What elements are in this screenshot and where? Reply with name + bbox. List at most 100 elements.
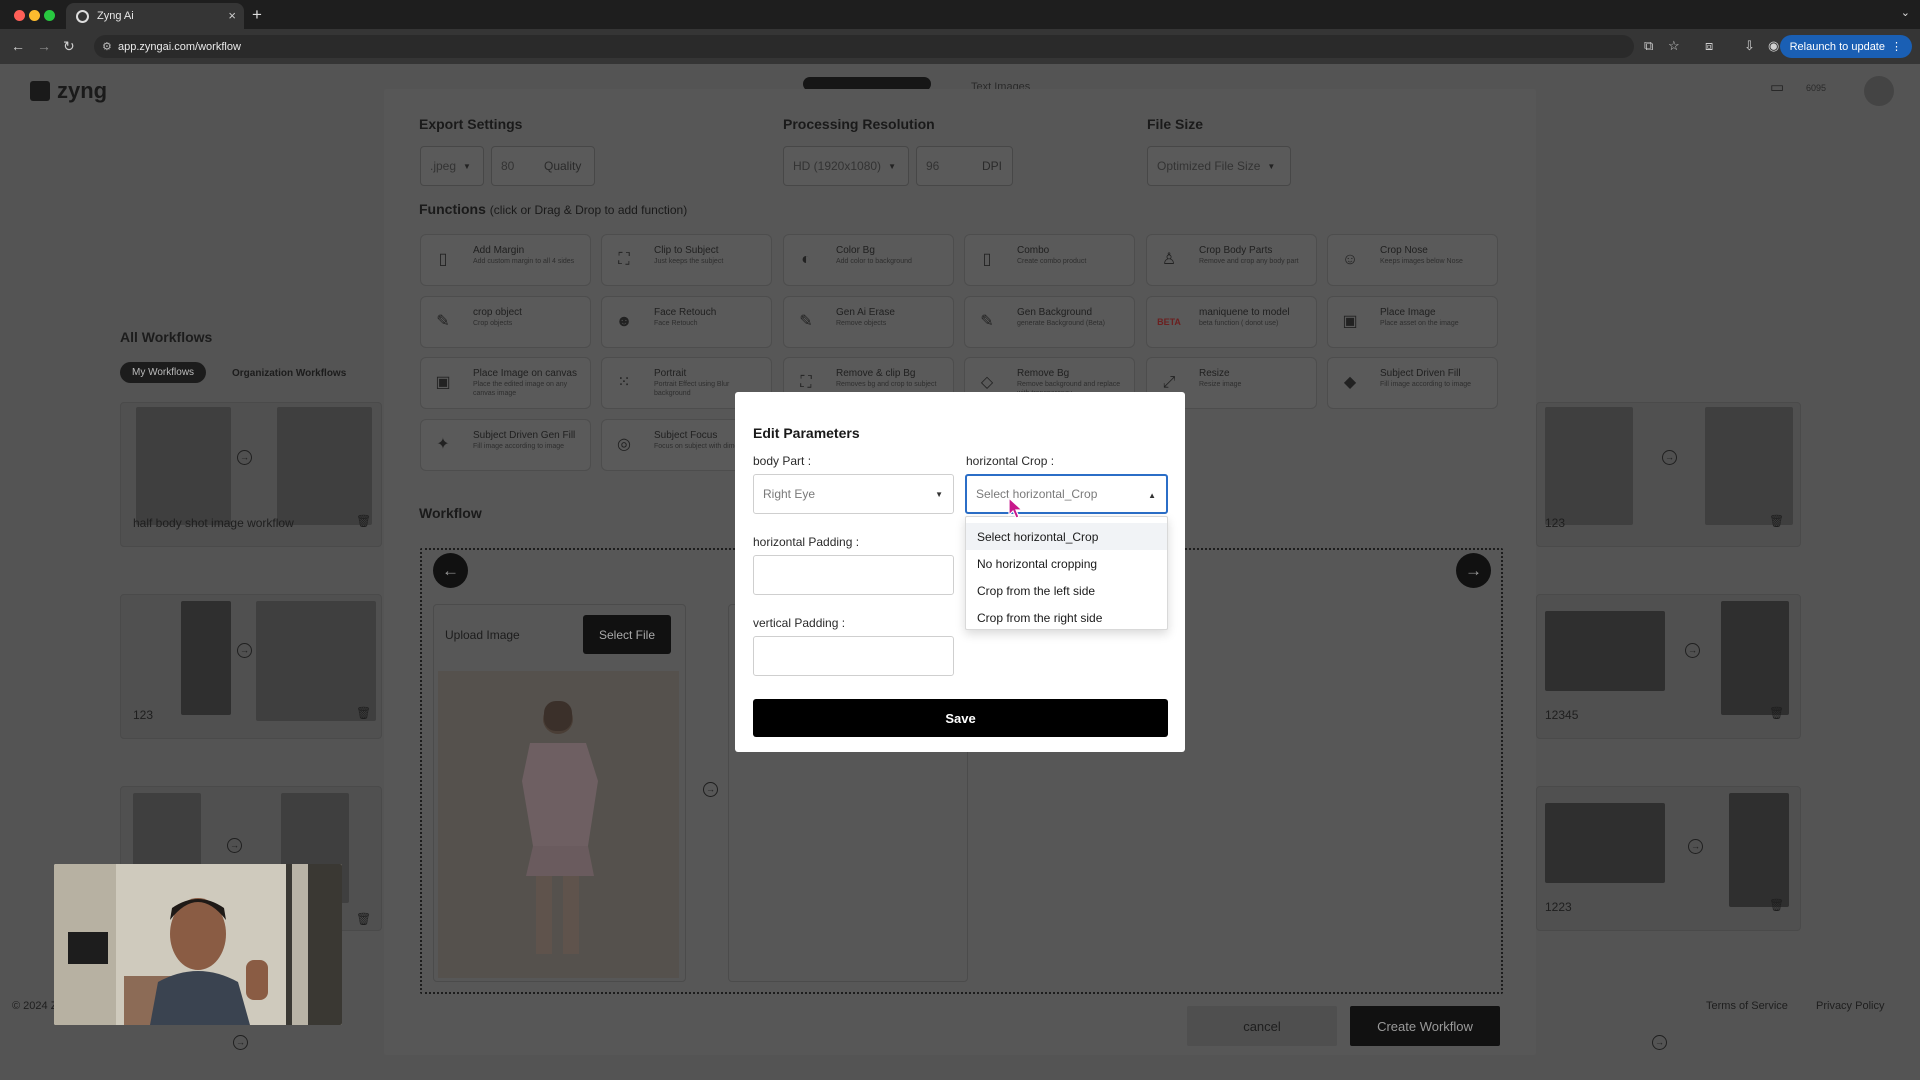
- function-card[interactable]: ◆ Subject Driven Fill Fill image according…: [1327, 357, 1498, 409]
- workflow-name: 1223: [1545, 900, 1572, 914]
- function-card[interactable]: ▣ Place Image on canvas Place the edited i…: [420, 357, 591, 409]
- function-card[interactable]: ✎ Gen Background generate Background (Beta…: [964, 296, 1135, 348]
- create-workflow-label: Create Workflow: [1377, 1018, 1473, 1034]
- horizontal-crop-select[interactable]: Select horizontal_Crop ▲: [965, 474, 1168, 514]
- resolution-select[interactable]: HD (1920x1080) ▼: [783, 146, 909, 186]
- profile-icon[interactable]: ◉: [1768, 38, 1779, 54]
- extensions-icon[interactable]: ⧈: [1705, 38, 1713, 54]
- user-avatar[interactable]: [1864, 76, 1894, 106]
- arrow-right-icon: →: [237, 643, 252, 658]
- workflow-card[interactable]: → 123 🗑: [1536, 402, 1801, 547]
- close-window-button[interactable]: [14, 10, 25, 21]
- arrow-right-icon: →: [1688, 839, 1703, 854]
- trash-icon[interactable]: 🗑: [1769, 514, 1784, 528]
- function-card[interactable]: ☺ Crop Nose Keeps images below Nose: [1327, 234, 1498, 286]
- download-icon[interactable]: ⇩: [1744, 38, 1755, 54]
- relaunch-button[interactable]: Relaunch to update ⋮: [1779, 35, 1912, 58]
- workflow-name: half body shot image workflow: [133, 516, 294, 530]
- file-size-select[interactable]: Optimized File Size ▼: [1147, 146, 1291, 186]
- function-description: Face Retouch: [654, 320, 698, 327]
- function-name: Gen Ai Erase: [836, 307, 895, 318]
- scroll-right-button[interactable]: →: [1456, 553, 1491, 588]
- function-name: Place Image: [1380, 307, 1436, 318]
- cancel-button[interactable]: cancel: [1187, 1006, 1337, 1046]
- select-file-button[interactable]: Select File: [583, 615, 671, 654]
- privacy-link[interactable]: Privacy Policy: [1816, 1000, 1884, 1012]
- function-card[interactable]: ▯ Add Margin Add custom margin to all 4 si…: [420, 234, 591, 286]
- close-tab-icon[interactable]: ×: [228, 8, 236, 23]
- function-card[interactable]: ✎ crop object Crop objects: [420, 296, 591, 348]
- back-icon[interactable]: ←: [11, 38, 25, 54]
- trash-icon[interactable]: 🗑: [1769, 706, 1784, 720]
- dropdown-option[interactable]: Crop from the right side: [966, 604, 1167, 631]
- function-description: Resize image: [1199, 381, 1242, 388]
- function-description: Remove objects: [836, 320, 887, 327]
- credits-count: 6095: [1806, 83, 1827, 93]
- function-card[interactable]: ▯ Combo Create combo product: [964, 234, 1135, 286]
- function-description: Remove and crop any body part: [1199, 258, 1299, 265]
- workflow-after-thumbnail: [1721, 601, 1789, 715]
- workflow-card[interactable]: → half body shot image workflow 🗑: [120, 402, 382, 547]
- save-button[interactable]: Save: [753, 699, 1168, 737]
- function-card[interactable]: ☻ Face Retouch Face Retouch: [601, 296, 772, 348]
- function-description: generate Background (Beta): [1017, 320, 1105, 327]
- function-card[interactable]: ▣ Place Image Place asset on the image: [1327, 296, 1498, 348]
- screen-cast-icon[interactable]: ⧉: [1644, 38, 1653, 54]
- vertical-padding-input[interactable]: [753, 636, 954, 676]
- webcam-overlay: [54, 864, 342, 1025]
- horizontal-padding-label: horizontal Padding :: [753, 535, 860, 549]
- horizontal-crop-dropdown: Select horizontal_Crop No horizontal cro…: [965, 516, 1168, 630]
- function-card[interactable]: ⛶ Clip to Subject Just keeps the subject: [601, 234, 772, 286]
- workflow-card[interactable]: → 12345 🗑: [1536, 594, 1801, 739]
- modal-title: Edit Parameters: [753, 425, 860, 441]
- save-label: Save: [945, 710, 976, 726]
- forward-icon[interactable]: →: [37, 38, 51, 54]
- tab-organization-workflows[interactable]: Organization Workflows: [232, 368, 346, 379]
- workflow-card[interactable]: → 1223 🗑: [1536, 786, 1801, 931]
- dropdown-option[interactable]: No horizontal cropping: [966, 550, 1167, 577]
- dropdown-option[interactable]: Crop from the left side: [966, 577, 1167, 604]
- new-tab-button[interactable]: +: [252, 5, 262, 25]
- scroll-left-button[interactable]: ←: [433, 553, 468, 588]
- app-logo[interactable]: zyng: [30, 78, 107, 104]
- site-info-icon[interactable]: ⚙: [102, 40, 112, 53]
- function-name: Subject Driven Fill: [1380, 368, 1461, 379]
- function-name: Place Image on canvas: [473, 368, 577, 379]
- function-card[interactable]: BETA maniquene to model beta function ( do…: [1146, 296, 1317, 348]
- tab-search-icon[interactable]: ⌄: [1901, 6, 1910, 19]
- trash-icon[interactable]: 🗑: [356, 706, 371, 720]
- margin-icon: ▯: [438, 251, 448, 268]
- fill-icon: ◆: [1343, 374, 1357, 391]
- function-description: Place asset on the image: [1380, 320, 1459, 327]
- terms-link[interactable]: Terms of Service: [1706, 1000, 1788, 1012]
- dropdown-option[interactable]: Select horizontal_Crop: [966, 523, 1167, 550]
- workflow-card[interactable]: → 123 🗑: [120, 594, 382, 739]
- trash-icon[interactable]: 🗑: [356, 514, 371, 528]
- browser-tab[interactable]: Zyng Ai ×: [66, 3, 244, 29]
- workflow-name: 12345: [1545, 708, 1579, 722]
- function-card[interactable]: ✦ Subject Driven Gen Fill Fill image accor…: [420, 419, 591, 471]
- horizontal-padding-input[interactable]: [753, 555, 954, 595]
- create-workflow-button[interactable]: Create Workflow: [1350, 1006, 1500, 1046]
- portrait-icon: ⁙: [617, 374, 631, 391]
- workflow-heading: Workflow: [419, 505, 482, 521]
- url-field[interactable]: ⚙ app.zyngai.com/workflow: [94, 35, 1634, 58]
- wallet-icon[interactable]: ▭: [1770, 78, 1784, 96]
- function-card[interactable]: ◐ Color Bg Add color to background: [783, 234, 954, 286]
- bookmark-star-icon[interactable]: ☆: [1668, 38, 1680, 54]
- trash-icon[interactable]: 🗑: [1769, 898, 1784, 912]
- horizontal-crop-placeholder: Select horizontal_Crop: [976, 487, 1098, 501]
- reload-icon[interactable]: ↻: [63, 38, 75, 55]
- maximize-window-button[interactable]: [44, 10, 55, 21]
- minimize-window-button[interactable]: [29, 10, 40, 21]
- function-description: Keeps images below Nose: [1380, 258, 1463, 265]
- eraser-icon: ✎: [799, 313, 813, 330]
- nose-icon: ☺: [1341, 251, 1359, 268]
- format-select[interactable]: .jpeg ▼: [420, 146, 484, 186]
- body-part-select[interactable]: Right Eye ▼: [753, 474, 954, 514]
- tab-my-workflows[interactable]: My Workflows: [120, 362, 207, 383]
- function-card[interactable]: ♙ Crop Body Parts Remove and crop any body…: [1146, 234, 1317, 286]
- trash-icon[interactable]: 🗑: [356, 912, 371, 926]
- function-card[interactable]: ✎ Gen Ai Erase Remove objects: [783, 296, 954, 348]
- function-description: Create combo product: [1017, 258, 1087, 265]
